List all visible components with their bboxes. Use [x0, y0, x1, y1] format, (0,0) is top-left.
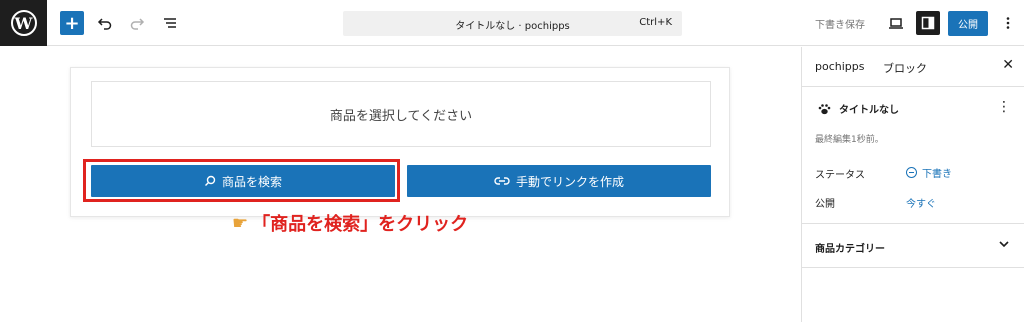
publish-date-value[interactable]: 今すぐ — [906, 195, 936, 210]
tab-pochipps[interactable]: pochipps — [815, 60, 864, 73]
document-title-row: タイトルなし — [818, 101, 899, 116]
sidebar-tabs: pochipps ブロック ✕ — [802, 47, 1024, 87]
redo-button[interactable] — [125, 11, 149, 35]
status-value-button[interactable]: 下書き — [906, 165, 952, 180]
status-label: ステータス — [815, 170, 865, 181]
undo-button[interactable] — [93, 11, 117, 35]
draft-status-icon — [906, 167, 917, 178]
options-menu-button[interactable] — [996, 11, 1020, 35]
save-draft-button[interactable]: 下書き保存 — [815, 16, 865, 31]
redo-icon — [130, 18, 145, 30]
block-inserter-button[interactable]: + — [60, 11, 84, 35]
tab-block[interactable]: ブロック — [883, 60, 927, 76]
pointing-hand-icon: ☛ — [232, 212, 249, 234]
manual-link-label: 手動でリンクを作成 — [515, 174, 624, 189]
settings-toggle-button[interactable] — [916, 11, 940, 35]
wordpress-logo-button[interactable]: W — [0, 0, 47, 46]
highlight-box — [83, 159, 400, 202]
category-panel-title: 商品カテゴリー — [815, 244, 885, 255]
publish-button[interactable]: 公開 — [948, 11, 988, 36]
list-view-icon — [164, 18, 176, 28]
settings-sidebar: pochipps ブロック ✕ タイトルなし ⋮ 最終編集1秒前。 ステータス … — [801, 47, 1024, 322]
annotation-text: 「商品を検索」をクリック — [252, 214, 469, 235]
command-palette-bar[interactable]: タイトルなし · pochipps Ctrl+K — [343, 11, 682, 36]
placeholder-text: 商品を選択してください — [329, 108, 473, 124]
editor-canvas: 商品を選択してください 商品を検索 手動でリンクを作成 ☛ 「商品を検索」をクリ… — [0, 47, 801, 322]
document-summary-panel: タイトルなし ⋮ 最終編集1秒前。 ステータス 下書き 公開 今すぐ — [802, 87, 1024, 224]
document-actions-icon[interactable]: ⋮ — [997, 99, 1011, 115]
close-sidebar-icon[interactable]: ✕ — [1002, 57, 1014, 73]
command-shortcut: Ctrl+K — [639, 17, 672, 28]
document-overview-button[interactable] — [158, 11, 182, 35]
more-vertical-icon — [1006, 17, 1010, 29]
paw-icon — [818, 103, 831, 114]
manual-link-button[interactable]: 手動でリンクを作成 — [407, 165, 711, 197]
publish-button-label: 公開 — [958, 20, 978, 31]
chevron-down-icon — [999, 241, 1009, 248]
product-category-panel[interactable]: 商品カテゴリー — [802, 225, 1024, 268]
editor-top-toolbar: W + タイトルなし · pochipps Ctrl+K 下書き保存 公開 — [0, 0, 1024, 46]
wordpress-icon: W — [10, 10, 37, 36]
plus-icon: + — [64, 12, 80, 34]
instruction-annotation: ☛ 「商品を検索」をクリック — [232, 210, 468, 236]
desktop-icon — [889, 18, 903, 29]
last-edited-text: 最終編集1秒前。 — [815, 135, 884, 145]
undo-icon — [97, 18, 112, 30]
link-icon — [494, 177, 510, 185]
document-title: タイトルなし · pochipps — [455, 21, 570, 32]
document-title-label: タイトルなし — [839, 105, 899, 116]
preview-button[interactable] — [884, 11, 908, 35]
status-value: 下書き — [922, 169, 952, 180]
product-placeholder: 商品を選択してください — [91, 81, 711, 147]
publish-date-label: 公開 — [815, 199, 835, 210]
sidebar-toggle-icon — [921, 16, 935, 30]
